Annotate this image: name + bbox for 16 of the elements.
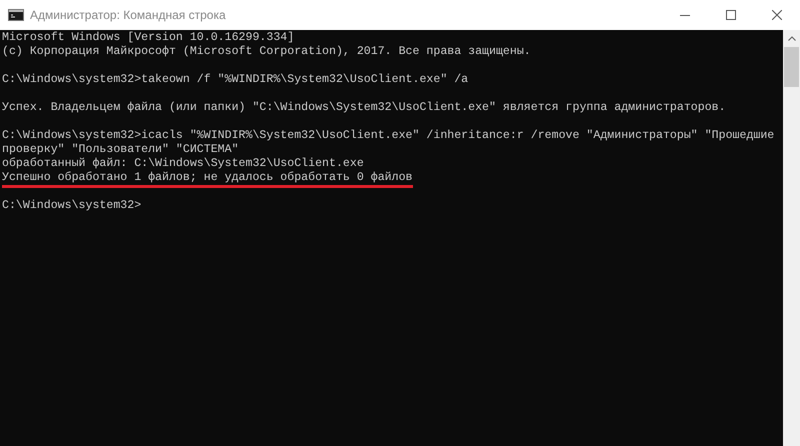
underlined-console-line: Успешно обработано 1 файлов; не удалось обработать 0 файлов xyxy=(2,171,412,188)
console-line: C:\Windows\system32> xyxy=(2,199,142,213)
console-line: C:\Windows\system32>takeown /f "%WINDIR%\System32\UsoClient.exe" /a xyxy=(2,73,468,87)
maximize-icon xyxy=(726,10,736,20)
console-line: проверку" "Пользователи" "СИСТЕМА" xyxy=(2,143,239,157)
console-line: Успех. Владельцем файла (или папки) "C:\Windows\System32\UsoClient.exe" является группа администраторов. xyxy=(2,101,726,115)
console-line: C:\Windows\system32>icacls "%WINDIR%\System32\UsoClient.exe" /inheritance:r /remove "Администраторы" "Прошедшие xyxy=(2,129,774,143)
console-line: (c) Корпорация Майкрософт (Microsoft Corporation), 2017. Все права защищены. xyxy=(2,45,531,59)
window-title: Администратор: Командная строка xyxy=(30,8,227,22)
caret-up-icon xyxy=(788,36,796,41)
close-icon xyxy=(772,10,782,20)
scrollbar-thumb[interactable] xyxy=(784,47,799,87)
console-line: Microsoft Windows [Version 10.0.16299.334] xyxy=(2,31,294,45)
scrollbar[interactable] xyxy=(783,30,800,446)
terminal-icon xyxy=(8,9,24,21)
console-line: обработанный файл: C:\Windows\System32\UsoClient.exe xyxy=(2,157,364,171)
